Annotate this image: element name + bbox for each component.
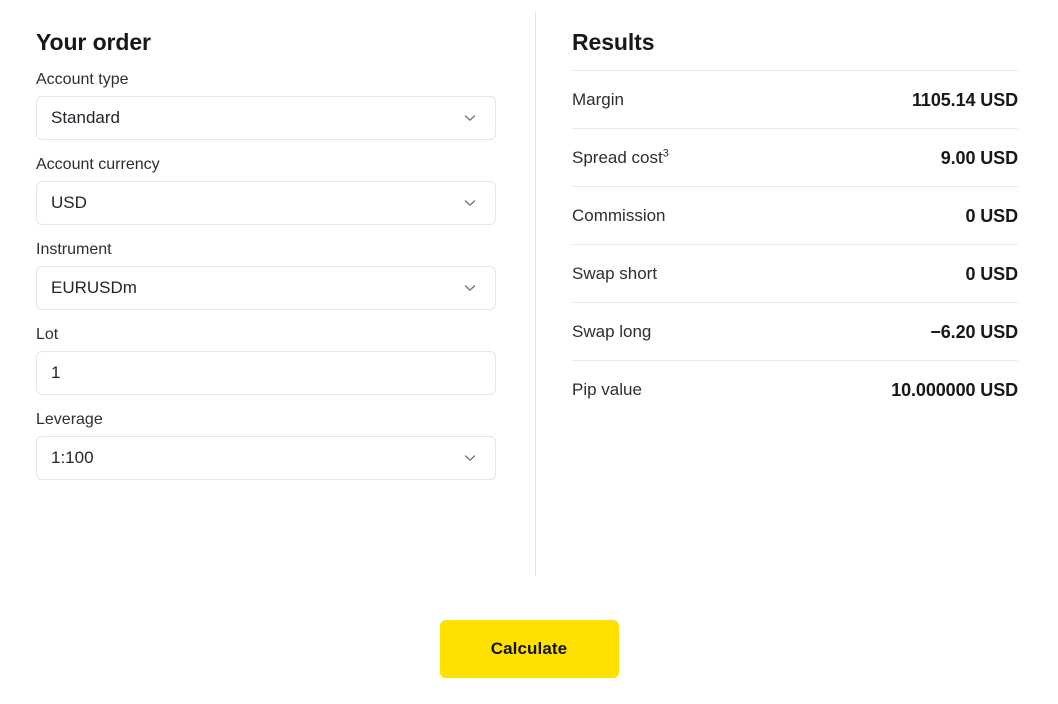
account-currency-value: USD <box>51 193 87 212</box>
chevron-down-icon[interactable] <box>459 107 481 129</box>
leverage-select[interactable]: 1:100 <box>36 436 496 480</box>
account-type-label: Account type <box>36 71 129 88</box>
result-footnote-marker: 3 <box>662 146 669 159</box>
result-row: Spread cost3 9.00 USD <box>572 128 1018 186</box>
result-value: 0 USD <box>965 205 1018 226</box>
result-row: Swap long −6.20 USD <box>572 302 1018 360</box>
result-label: Commission <box>572 205 666 227</box>
field-instrument: Instrument EURUSDm <box>36 240 496 310</box>
action-bar: Calculate <box>0 620 1058 678</box>
column-divider <box>535 12 536 576</box>
chevron-down-icon[interactable] <box>459 192 481 214</box>
order-panel: Your order Account type Standard Account c… <box>36 28 496 480</box>
result-label: Margin <box>572 89 624 111</box>
result-value: 1105.14 USD <box>912 89 1018 110</box>
result-label-text: Commission <box>572 205 666 225</box>
calculate-button[interactable]: Calculate <box>439 620 619 678</box>
field-account-type: Account type Standard <box>36 70 496 140</box>
lot-label: Lot <box>36 326 59 343</box>
result-label-text: Margin <box>572 89 624 109</box>
results-panel: Results Margin 1105.14 USD Spread cost3 9.0… <box>572 28 1018 418</box>
result-label: Swap short <box>572 263 657 285</box>
margin-calculator: Your order Account type Standard Account c… <box>0 0 1058 704</box>
instrument-select[interactable]: EURUSDm <box>36 266 496 310</box>
result-label: Pip value <box>572 379 642 401</box>
lot-input[interactable]: 1 <box>36 351 496 395</box>
result-row: Pip value 10.000000 USD <box>572 360 1018 418</box>
leverage-value: 1:100 <box>51 448 94 467</box>
instrument-value: EURUSDm <box>51 278 137 297</box>
result-label-text: Spread cost <box>572 147 663 167</box>
account-type-value: Standard <box>51 108 120 127</box>
instrument-label: Instrument <box>36 241 112 258</box>
result-label: Swap long <box>572 321 651 343</box>
result-label-text: Swap long <box>572 321 652 341</box>
leverage-label: Leverage <box>36 411 103 428</box>
result-value: 0 USD <box>965 263 1018 284</box>
result-row: Swap short 0 USD <box>572 244 1018 302</box>
result-label-text: Swap short <box>572 263 658 283</box>
result-value: 9.00 USD <box>940 147 1018 168</box>
account-currency-label: Account currency <box>36 156 160 173</box>
result-value: −6.20 USD <box>930 321 1018 342</box>
result-label-text: Pip value <box>572 379 642 399</box>
result-value: 10.000000 USD <box>891 379 1018 400</box>
account-type-select[interactable]: Standard <box>36 96 496 140</box>
lot-value: 1 <box>51 363 61 382</box>
order-panel-title: Your order <box>36 29 151 55</box>
field-lot: Lot 1 <box>36 325 496 395</box>
account-currency-select[interactable]: USD <box>36 181 496 225</box>
order-fields: Account type Standard Account currency USD I… <box>36 70 496 480</box>
field-leverage: Leverage 1:100 <box>36 410 496 480</box>
result-row: Commission 0 USD <box>572 186 1018 244</box>
results-table: Margin 1105.14 USD Spread cost3 9.00 USD Com… <box>572 70 1018 418</box>
chevron-down-icon[interactable] <box>459 277 481 299</box>
result-label: Spread cost3 <box>572 147 669 169</box>
results-panel-title: Results <box>572 29 655 55</box>
chevron-down-icon[interactable] <box>459 447 481 469</box>
result-row: Margin 1105.14 USD <box>572 70 1018 128</box>
field-account-currency: Account currency USD <box>36 155 496 225</box>
